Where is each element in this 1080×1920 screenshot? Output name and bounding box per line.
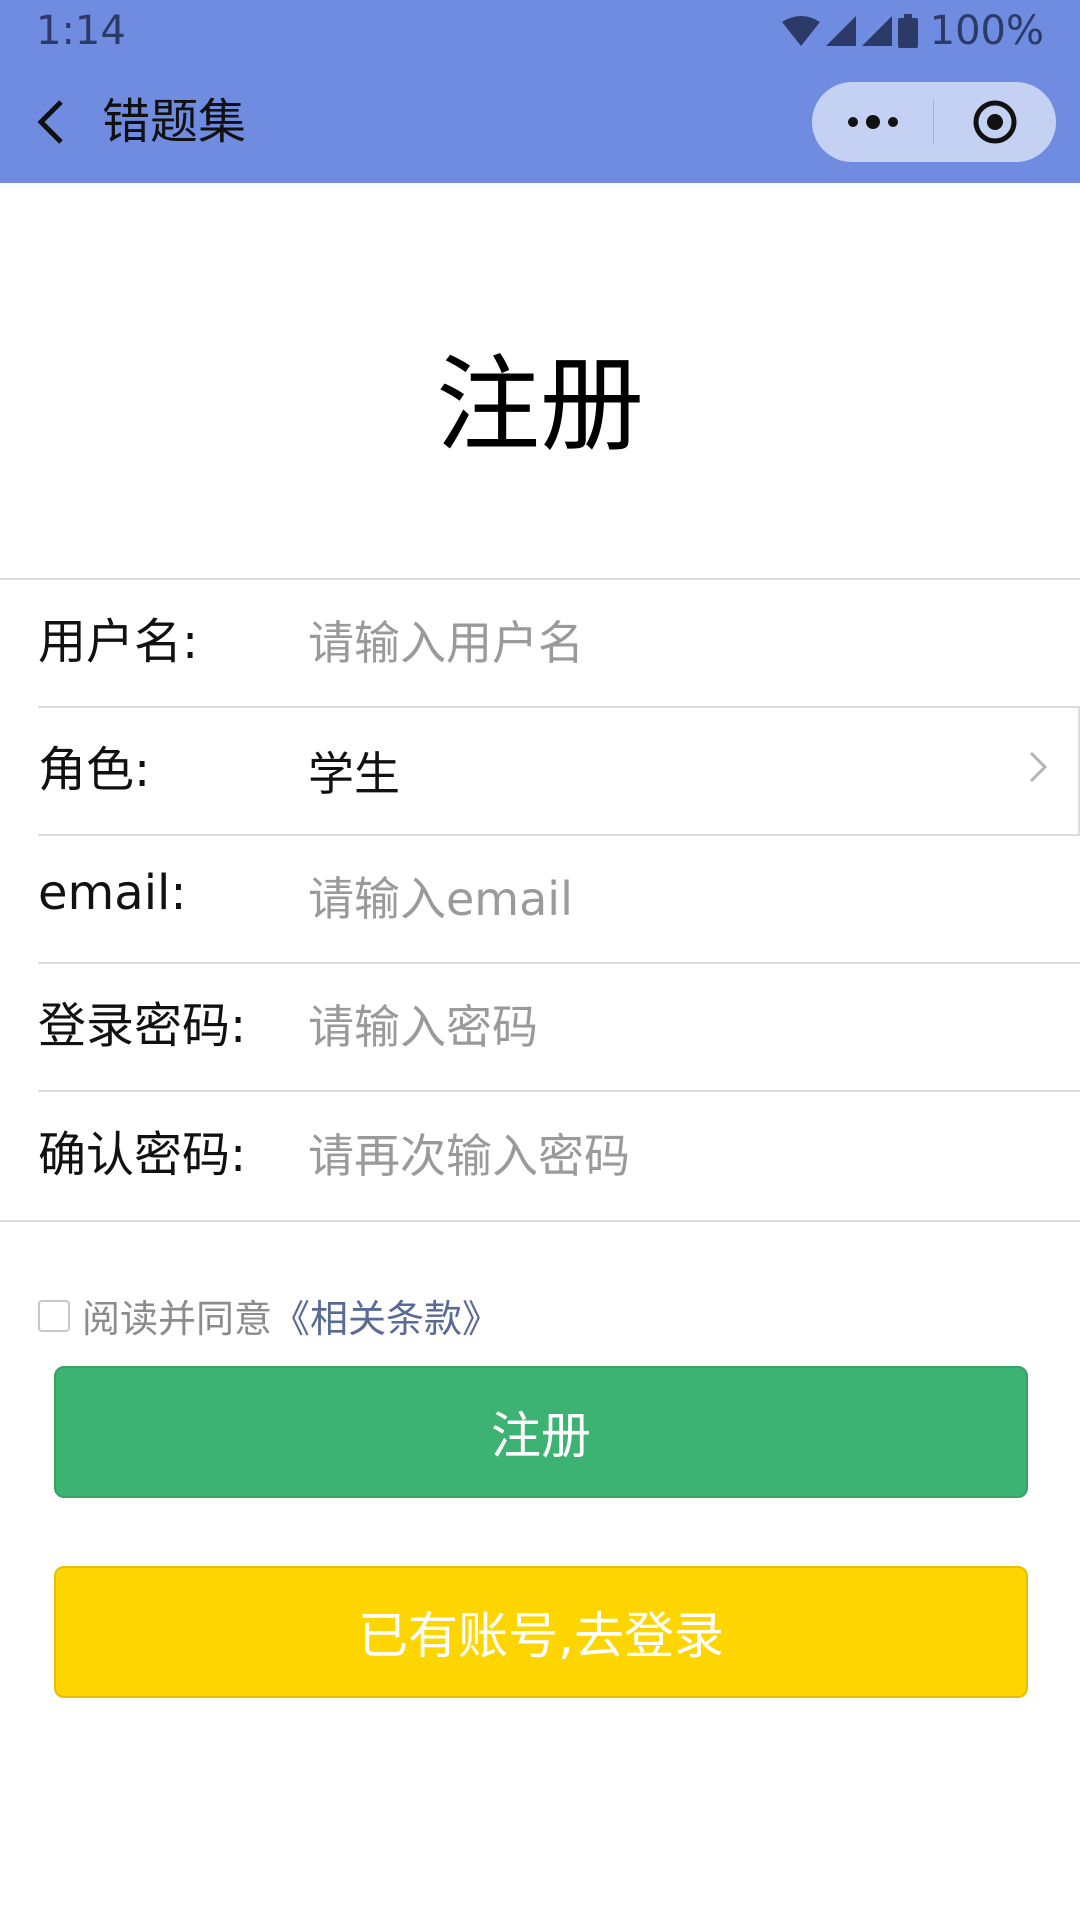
signal-icon <box>861 16 892 46</box>
password-label: 登录密码: <box>38 998 247 1054</box>
agreement-text: 阅读并同意 <box>82 1297 273 1341</box>
close-button[interactable] <box>934 82 1056 162</box>
register-button[interactable]: 注册 <box>54 1366 1028 1498</box>
role-picker[interactable]: 角色: 学生 <box>38 708 1080 836</box>
top-bar: 1:14 100% 错题集 <box>0 0 1080 183</box>
confirm-password-input[interactable] <box>308 1092 1080 1220</box>
password-input[interactable] <box>308 964 1080 1090</box>
chevron-right-icon <box>1028 748 1048 794</box>
back-button[interactable] <box>30 92 70 152</box>
battery-percent: 100% <box>929 8 1044 54</box>
page-title: 注册 <box>435 344 644 466</box>
confirm-password-row: 确认密码: <box>38 1092 1080 1220</box>
signal-icon <box>825 16 856 46</box>
register-form: 用户名: 角色: 学生 email: 登录密码: 确认密码: <box>0 578 1080 1222</box>
email-input[interactable] <box>308 836 1080 962</box>
confirm-password-label: 确认密码: <box>38 1127 247 1183</box>
role-value: 学生 <box>308 747 400 801</box>
username-row: 用户名: <box>38 580 1080 708</box>
role-label: 角色: <box>38 742 151 798</box>
agree-checkbox[interactable] <box>38 1299 70 1332</box>
username-input[interactable] <box>308 580 1080 706</box>
agreement: 阅读并同意 《相关条款》 <box>38 1288 500 1343</box>
terms-link[interactable]: 《相关条款》 <box>272 1288 500 1343</box>
more-button[interactable] <box>812 82 933 162</box>
status-icons: 100% <box>781 8 1044 54</box>
password-row: 登录密码: <box>38 964 1080 1092</box>
email-row: email: <box>38 836 1080 964</box>
battery-icon <box>897 14 918 48</box>
status-time: 1:14 <box>36 8 126 54</box>
target-circle-icon <box>973 100 1017 144</box>
username-label: 用户名: <box>38 614 199 670</box>
chevron-left-icon <box>37 100 63 144</box>
mini-program-capsule <box>812 82 1056 162</box>
email-label: email: <box>38 865 187 921</box>
go-login-button[interactable]: 已有账号,去登录 <box>54 1566 1028 1698</box>
nav-title: 错题集 <box>102 94 247 150</box>
wifi-icon <box>781 16 820 46</box>
more-dots-icon <box>847 115 898 129</box>
